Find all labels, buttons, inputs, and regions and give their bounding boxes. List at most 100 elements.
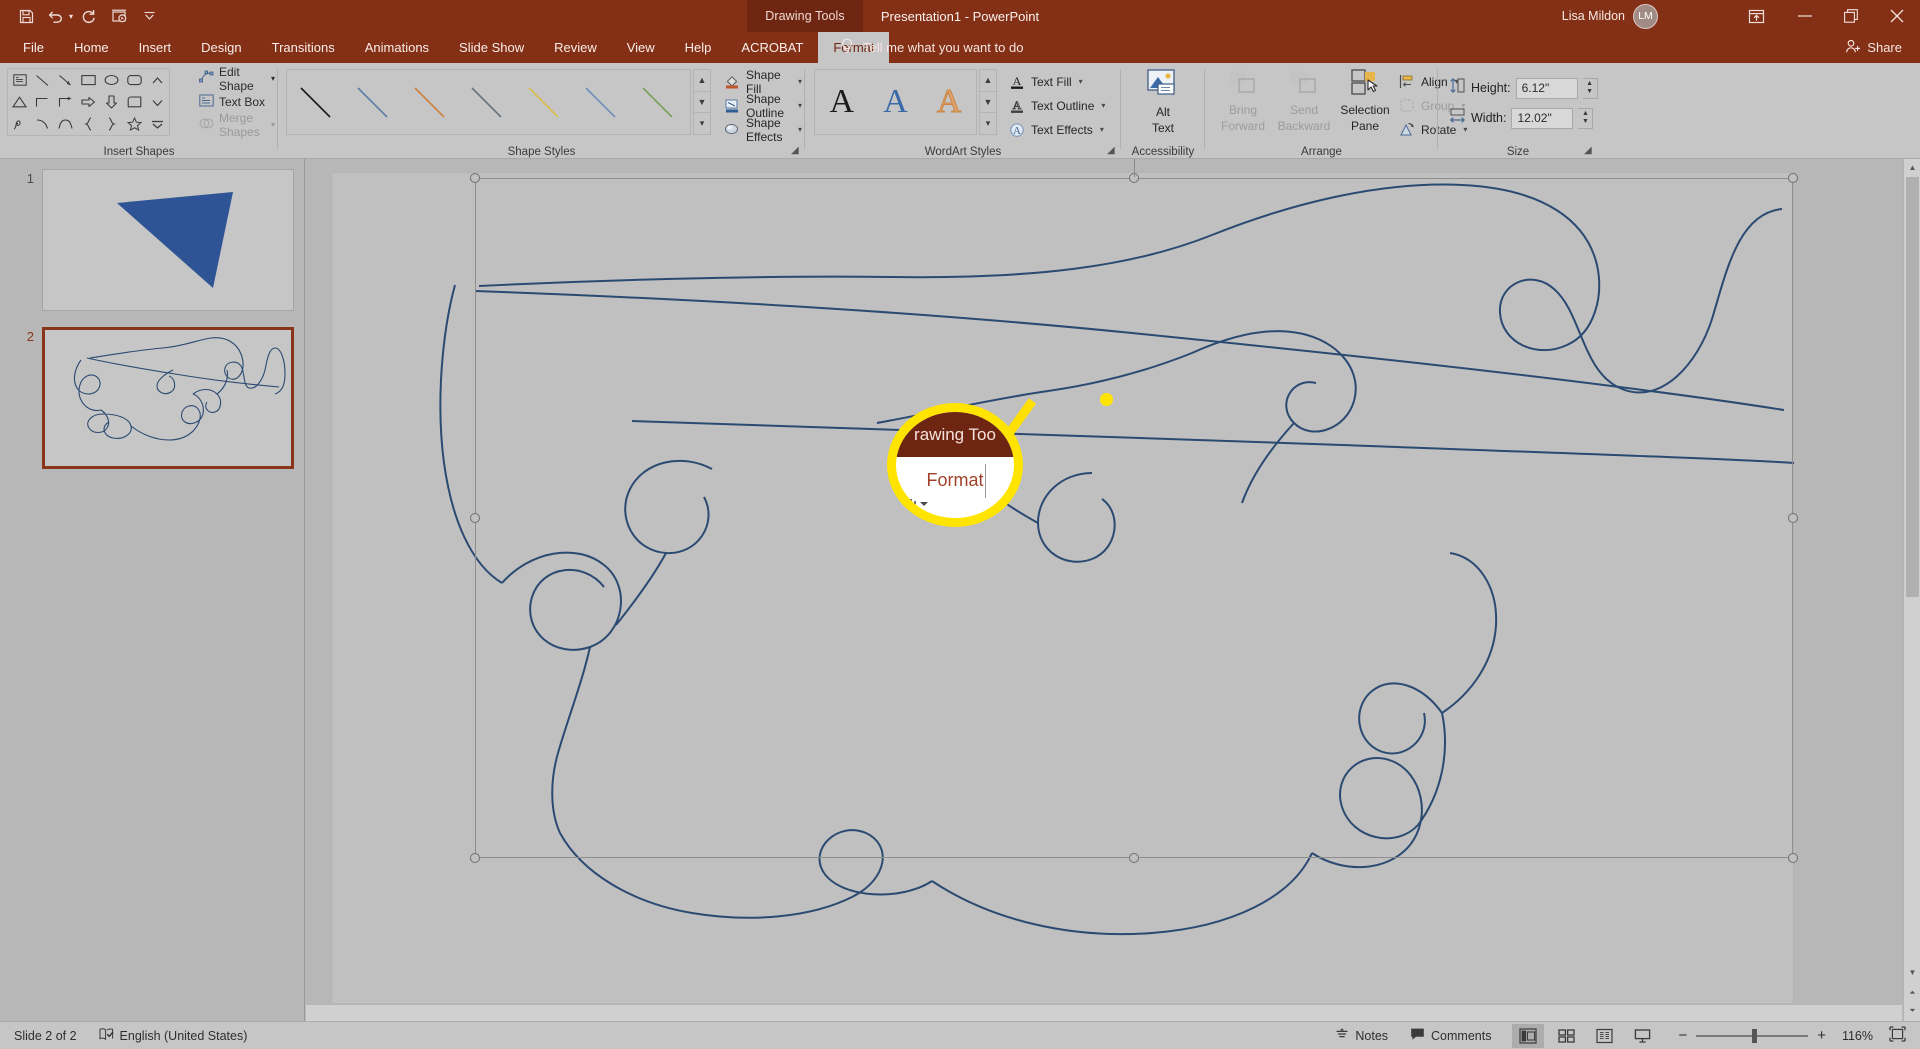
shape-triangle-icon[interactable] (8, 91, 31, 113)
shape-fill-dropdown-icon[interactable]: ▾ (798, 77, 802, 86)
shape-rectangle-icon[interactable] (77, 69, 100, 91)
previous-slide-icon[interactable]: ⏶ (1904, 984, 1920, 1001)
shape-flowchart-icon[interactable] (123, 91, 146, 113)
shape-effects-button[interactable]: Shape Effects ▾ (721, 116, 805, 144)
wordart-style-preview[interactable]: A (815, 70, 869, 134)
shapes-scroll-up-icon[interactable] (146, 69, 169, 91)
horizontal-scrollbar[interactable] (306, 1004, 1902, 1021)
slide-canvas-area[interactable]: rawing Too Format (306, 159, 1902, 1003)
tab-slide-show[interactable]: Slide Show (444, 32, 539, 63)
tab-insert[interactable]: Insert (124, 32, 187, 63)
restore-icon[interactable] (1828, 0, 1874, 32)
shapes-more-icon[interactable] (146, 113, 169, 135)
shape-style-preview[interactable] (572, 70, 629, 134)
wordart-style-preview[interactable]: A (869, 70, 923, 134)
tab-home[interactable]: Home (59, 32, 124, 63)
shape-effects-dropdown-icon[interactable]: ▾ (798, 125, 802, 134)
shape-oval-icon[interactable] (100, 69, 123, 91)
text-effects-button[interactable]: A Text Effects ▾ (1005, 118, 1108, 141)
shape-line-icon[interactable] (31, 69, 54, 91)
wordart-scroll-down-icon[interactable]: ▼ (980, 92, 996, 114)
minimize-icon[interactable] (1782, 0, 1828, 32)
text-effects-dropdown-icon[interactable]: ▾ (1100, 125, 1104, 134)
slide-thumbnail-1[interactable] (42, 169, 294, 311)
zoom-out-button[interactable]: − (1678, 1027, 1687, 1044)
shape-right-arrow-icon[interactable] (77, 91, 100, 113)
shape-styles-scroll-up-icon[interactable]: ▲ (694, 70, 710, 92)
share-button[interactable]: Share (1845, 32, 1902, 63)
resize-handle-e[interactable] (1788, 513, 1798, 523)
normal-view-button[interactable] (1512, 1023, 1545, 1048)
wordart-style-preview[interactable]: A (922, 70, 976, 134)
resize-handle-s[interactable] (1129, 853, 1139, 863)
size-dialog-launcher[interactable]: ◢ (1584, 145, 1595, 156)
slide-thumb-row-2[interactable]: 2 (8, 327, 294, 469)
customize-qat-icon[interactable] (135, 3, 163, 29)
text-box-button[interactable]: Text Box (196, 91, 278, 112)
shape-outline-button[interactable]: Shape Outline ▾ (721, 92, 805, 120)
tab-transitions[interactable]: Transitions (257, 32, 350, 63)
wordart-styles-scroll[interactable]: ▲ ▼ ▾ (979, 69, 997, 135)
shape-left-brace-icon[interactable] (77, 113, 100, 135)
selection-pane-button[interactable]: Selection Pane (1332, 68, 1398, 133)
shape-style-preview[interactable] (629, 70, 686, 134)
shape-arc-icon[interactable] (54, 113, 77, 135)
tab-animations[interactable]: Animations (350, 32, 444, 63)
wordart-more-icon[interactable]: ▾ (980, 113, 996, 134)
shape-rounded-rectangle-icon[interactable] (123, 69, 146, 91)
shape-fill-button[interactable]: Shape Fill ▾ (721, 68, 805, 96)
shape-freeform-scribble-icon[interactable] (8, 113, 31, 135)
tab-acrobat[interactable]: ACROBAT (726, 32, 818, 63)
shape-styles-scroll[interactable]: ▲ ▼ ▾ (693, 69, 711, 135)
shape-styles-scroll-down-icon[interactable]: ▼ (694, 92, 710, 114)
avatar[interactable]: LM (1633, 3, 1658, 29)
resize-handle-sw[interactable] (470, 853, 480, 863)
slide-thumb-row-1[interactable]: 1 (8, 169, 294, 311)
ribbon-display-options-icon[interactable] (1730, 0, 1782, 32)
shape-outline-dropdown-icon[interactable]: ▾ (798, 101, 802, 110)
account-area[interactable]: Lisa Mildon LM (1562, 0, 1658, 32)
shape-curve-icon[interactable] (31, 113, 54, 135)
shape-style-preview[interactable] (287, 70, 344, 134)
shape-star-icon[interactable] (123, 113, 146, 135)
scroll-down-icon[interactable]: ▼ (1904, 964, 1920, 981)
notes-button[interactable]: Notes (1324, 1022, 1399, 1049)
shapes-gallery[interactable] (7, 68, 170, 136)
text-outline-button[interactable]: A Text Outline ▾ (1005, 94, 1108, 117)
undo-icon[interactable] (42, 3, 70, 29)
save-icon[interactable] (12, 3, 40, 29)
fit-slide-button[interactable] (1883, 1026, 1920, 1045)
shape-textbox-icon[interactable] (8, 69, 31, 91)
alt-text-button[interactable]: Alt Text (1132, 68, 1194, 135)
shape-down-arrow-icon[interactable] (100, 91, 123, 113)
redo-icon[interactable] (75, 3, 103, 29)
vertical-scroll-thumb[interactable] (1906, 177, 1919, 597)
language-status[interactable]: English (United States) (88, 1022, 259, 1049)
text-fill-dropdown-icon[interactable]: ▾ (1079, 77, 1083, 86)
wordart-dialog-launcher[interactable]: ◢ (1107, 145, 1118, 156)
reading-view-button[interactable] (1588, 1024, 1620, 1048)
shapes-scroll-down-icon[interactable] (146, 91, 169, 113)
slide-indicator[interactable]: Slide 2 of 2 (0, 1022, 88, 1049)
tell-me-box[interactable]: Tell me what you want to do (840, 32, 1023, 63)
next-slide-icon[interactable]: ⏷ (1904, 1002, 1920, 1019)
undo-dropdown-icon[interactable]: ▾ (69, 12, 73, 21)
text-fill-button[interactable]: A Text Fill ▾ (1005, 70, 1108, 93)
zoom-in-button[interactable]: + (1817, 1027, 1826, 1044)
edit-shape-dropdown-icon[interactable]: ▾ (271, 74, 275, 83)
wordart-scroll-up-icon[interactable]: ▲ (980, 70, 996, 92)
shape-styles-dialog-launcher[interactable]: ◢ (791, 145, 802, 156)
wordart-styles-gallery[interactable]: A A A (814, 69, 977, 135)
shape-elbow-arrow-icon[interactable] (54, 91, 77, 113)
tab-review[interactable]: Review (539, 32, 612, 63)
close-icon[interactable] (1874, 0, 1920, 32)
resize-handle-se[interactable] (1788, 853, 1798, 863)
scroll-up-icon[interactable]: ▲ (1904, 159, 1920, 176)
shape-elbow-connector-icon[interactable] (31, 91, 54, 113)
slide-show-button[interactable] (1626, 1024, 1658, 1048)
edit-shape-button[interactable]: Edit Shape ▾ (196, 65, 278, 93)
tab-help[interactable]: Help (670, 32, 727, 63)
slide-canvas[interactable]: rawing Too Format (331, 159, 1798, 1003)
tab-file[interactable]: File (8, 32, 59, 63)
shape-width-spinner[interactable]: ▲ ▼ (1578, 107, 1594, 129)
